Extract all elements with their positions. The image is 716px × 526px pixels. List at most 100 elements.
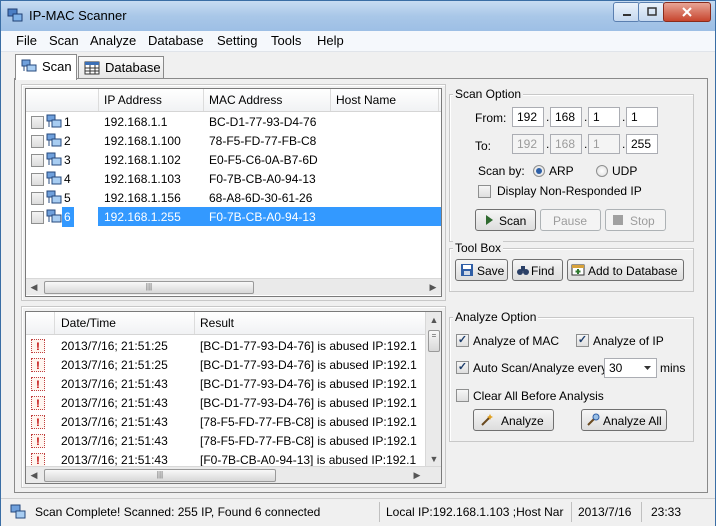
row-ip: 192.168.1.1 <box>104 115 168 129</box>
app-window: IP-MAC Scanner File Scan Analyze Databas… <box>0 0 716 526</box>
app-icon <box>7 8 23 22</box>
scroll-right-icon[interactable]: ▶ <box>425 279 441 295</box>
scan-by-label: Scan by: <box>478 164 525 178</box>
warning-icon: ! <box>31 434 45 448</box>
auto-scan-label[interactable]: Auto Scan/Analyze every <box>473 361 607 375</box>
log-list-hscrollbar[interactable]: ◀ ||| ▶ <box>26 466 441 483</box>
warning-icon: ! <box>31 396 45 410</box>
save-button[interactable]: Save <box>455 259 508 281</box>
analyze-all-button[interactable]: Analyze All <box>581 409 667 431</box>
find-button[interactable]: Find <box>512 259 563 281</box>
row-checkbox[interactable] <box>31 135 44 148</box>
add-to-database-button[interactable]: Add to Database <box>567 259 684 281</box>
find-button-label: Find <box>531 264 555 278</box>
menu-file[interactable]: File <box>16 33 37 48</box>
stop-button[interactable]: Stop <box>605 209 666 231</box>
from-ip-octet-3[interactable]: 1 <box>588 107 620 127</box>
log-scroll-left-icon[interactable]: ◀ <box>26 467 42 483</box>
log-table-row[interactable]: ! 2013/7/16; 21:51:43 [78-F5-FD-77-FB-C8] … <box>26 412 425 431</box>
scan-table-row[interactable]: 6 192.168.1.255 F0-7B-CB-A0-94-13 <box>26 207 441 227</box>
pause-button[interactable]: Pause <box>540 209 601 231</box>
title-bar[interactable]: IP-MAC Scanner <box>1 1 715 32</box>
from-ip-octet-1[interactable]: 192 <box>512 107 544 127</box>
scan-list-hscrollbar[interactable]: ◀ ||| ▶ <box>26 278 441 295</box>
analyze-of-ip-label[interactable]: Analyze of IP <box>593 334 664 348</box>
col-host-name[interactable]: Host Name <box>336 93 396 107</box>
from-ip-octet-2[interactable]: 168 <box>550 107 582 127</box>
scan-results-list[interactable]: IP Address MAC Address Host Name 1 192.16… <box>25 88 442 297</box>
analyze-of-ip-checkbox[interactable]: ✓ <box>576 334 589 347</box>
status-network-icon <box>10 504 26 519</box>
from-ip-octet-4[interactable]: 1 <box>626 107 658 127</box>
clear-before-analysis-label[interactable]: Clear All Before Analysis <box>473 389 604 403</box>
minimize-button[interactable] <box>613 2 640 22</box>
scroll-thumb[interactable]: ||| <box>44 281 254 294</box>
analyze-button[interactable]: Analyze <box>473 409 554 431</box>
row-ip: 192.168.1.102 <box>104 153 181 167</box>
mins-label: mins <box>660 361 686 375</box>
to-ip-octet-3: 1 <box>588 134 620 154</box>
close-button[interactable] <box>663 2 711 22</box>
scan-table-row[interactable]: 1 192.168.1.1 BC-D1-77-93-D4-76 <box>26 112 441 131</box>
auto-scan-checkbox[interactable]: ✓ <box>456 361 469 374</box>
col-ip-address[interactable]: IP Address <box>104 93 162 107</box>
scan-table-row[interactable]: 5 192.168.1.156 68-A8-6D-30-61-26 <box>26 188 441 207</box>
interval-select[interactable]: 30 <box>604 358 657 378</box>
arp-label[interactable]: ARP <box>549 164 574 178</box>
scroll-down-icon[interactable]: ▼ <box>426 451 441 467</box>
col-mac-address[interactable]: MAC Address <box>209 93 282 107</box>
tab-scan[interactable]: Scan <box>15 54 77 80</box>
row-number: 6 <box>62 207 74 227</box>
scroll-left-icon[interactable]: ◀ <box>26 279 42 295</box>
row-checkbox[interactable] <box>31 192 44 205</box>
log-table-row[interactable]: ! 2013/7/16; 21:51:43 [78-F5-FD-77-FB-C8] … <box>26 431 425 450</box>
analyze-of-mac-checkbox[interactable]: ✓ <box>456 334 469 347</box>
menu-analyze[interactable]: Analyze <box>90 33 136 48</box>
analyze-of-mac-label[interactable]: Analyze of MAC <box>473 334 559 348</box>
tab-database[interactable]: Database <box>78 56 164 79</box>
scan-button[interactable]: Scan <box>475 209 536 231</box>
display-non-responded-label[interactable]: Display Non-Responded IP <box>497 184 642 198</box>
row-checkbox[interactable] <box>31 211 44 224</box>
row-mac: E0-F5-C6-0A-B7-6D <box>209 153 318 167</box>
scan-table-row[interactable]: 3 192.168.1.102 E0-F5-C6-0A-B7-6D <box>26 150 441 169</box>
scan-table-row[interactable]: 2 192.168.1.100 78-F5-FD-77-FB-C8 <box>26 131 441 150</box>
menu-tools[interactable]: Tools <box>271 33 301 48</box>
log-table-row[interactable]: ! 2013/7/16; 21:51:43 [BC-D1-77-93-D4-76] … <box>26 393 425 412</box>
log-scroll-right-icon[interactable]: ▶ <box>409 467 425 483</box>
analysis-log-list[interactable]: Date/Time Result ! 2013/7/16; 21:51:25 [BC… <box>25 311 442 484</box>
udp-radio[interactable] <box>596 165 608 177</box>
arp-radio[interactable] <box>533 165 545 177</box>
log-hscroll-thumb[interactable]: ||| <box>44 469 276 482</box>
analyze-all-icon <box>587 413 600 426</box>
log-list-vscrollbar[interactable]: ▲ = ▼ <box>425 312 441 467</box>
row-ip: 192.168.1.100 <box>104 134 181 148</box>
computer-network-icon <box>46 152 62 166</box>
maximize-button[interactable] <box>638 2 665 22</box>
to-ip-octet-4[interactable]: 255 <box>626 134 658 154</box>
scroll-up-icon[interactable]: ▲ <box>426 312 441 328</box>
to-label: To: <box>475 139 492 153</box>
col-date-time[interactable]: Date/Time <box>61 316 116 330</box>
menu-scan[interactable]: Scan <box>49 33 79 48</box>
row-checkbox[interactable] <box>31 154 44 167</box>
log-table-row[interactable]: ! 2013/7/16; 21:51:25 [BC-D1-77-93-D4-76] … <box>26 336 425 355</box>
log-table-row[interactable]: ! 2013/7/16; 21:51:25 [BC-D1-77-93-D4-76] … <box>26 355 425 374</box>
clear-before-analysis-checkbox[interactable] <box>456 389 469 402</box>
menu-setting[interactable]: Setting <box>217 33 257 48</box>
col-result[interactable]: Result <box>200 316 234 330</box>
udp-label[interactable]: UDP <box>612 164 637 178</box>
warning-icon: ! <box>31 358 45 372</box>
row-checkbox[interactable] <box>31 116 44 129</box>
log-datetime: 2013/7/16; 21:51:43 <box>61 377 168 391</box>
log-scroll-thumb[interactable]: = <box>428 330 440 352</box>
menu-database[interactable]: Database <box>148 33 204 48</box>
warning-icon: ! <box>31 377 45 391</box>
menu-help[interactable]: Help <box>317 33 344 48</box>
display-non-responded-checkbox[interactable] <box>478 185 491 198</box>
computer-network-icon <box>46 209 62 223</box>
row-checkbox[interactable] <box>31 173 44 186</box>
log-table-row[interactable]: ! 2013/7/16; 21:51:43 [BC-D1-77-93-D4-76] … <box>26 374 425 393</box>
scan-table-row[interactable]: 4 192.168.1.103 F0-7B-CB-A0-94-13 <box>26 169 441 188</box>
status-bar: Scan Complete! Scanned: 255 IP, Found 6 … <box>1 498 715 526</box>
